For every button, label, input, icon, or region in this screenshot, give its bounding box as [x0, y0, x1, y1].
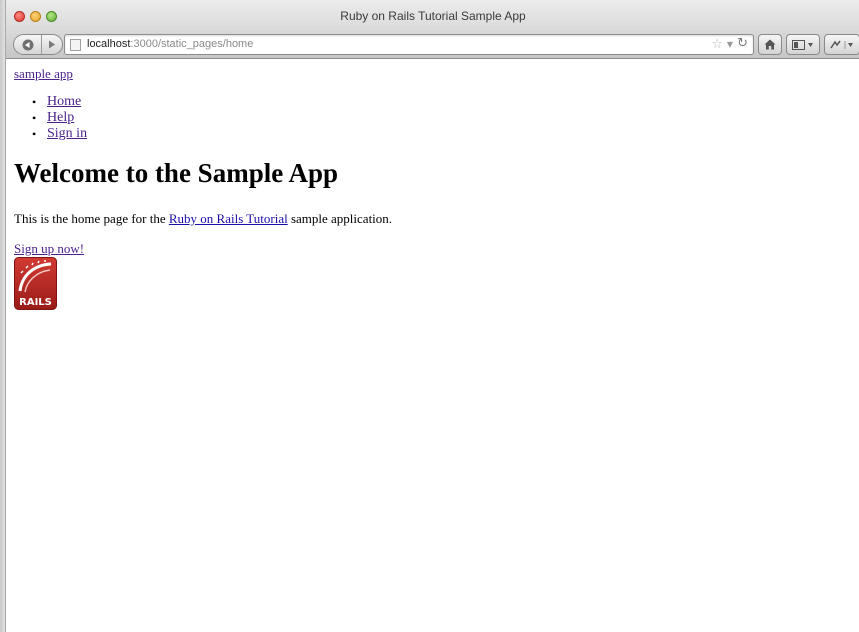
nav-item-help: Help: [32, 110, 87, 126]
extension-icon: [830, 40, 853, 49]
page-title: Welcome to the Sample App: [14, 158, 338, 188]
rails-logo-link[interactable]: RAILS: [14, 257, 57, 310]
intro-text-before: This is the home page for the: [14, 211, 169, 226]
nav-link-home[interactable]: Home: [47, 94, 81, 109]
nav-item-home: Home: [32, 94, 87, 110]
rails-logo-text: RAILS: [19, 297, 52, 308]
back-arrow-icon: [22, 39, 34, 51]
intro-paragraph: This is the home page for the Ruby on Ra…: [14, 211, 392, 227]
nav-link-help[interactable]: Help: [47, 110, 74, 125]
browser-toolbar: localhost:3000/static_pages/home ☆ ▼ ↻: [6, 31, 859, 59]
rails-logo-icon: RAILS: [14, 257, 57, 310]
back-button[interactable]: [14, 35, 42, 54]
window-title: Ruby on Rails Tutorial Sample App: [340, 9, 526, 23]
title-bar[interactable]: Ruby on Rails Tutorial Sample App: [6, 0, 859, 31]
reload-icon[interactable]: ↻: [737, 36, 748, 51]
dropmarker-icon[interactable]: ▼: [727, 40, 733, 49]
bookmarks-button[interactable]: [786, 34, 820, 55]
browser-window: Ruby on Rails Tutorial Sample App localh…: [5, 0, 859, 632]
address-bar[interactable]: localhost:3000/static_pages/home ☆ ▼ ↻: [64, 34, 754, 55]
bookmarks-icon: [792, 39, 813, 50]
intro-text-after: sample application.: [287, 211, 393, 226]
page-icon: [70, 39, 81, 51]
url-text[interactable]: localhost:3000/static_pages/home: [87, 38, 253, 50]
nav-link-sign-in[interactable]: Sign in: [47, 126, 87, 141]
extensions-button[interactable]: [824, 34, 859, 55]
logo-link[interactable]: sample app: [14, 66, 73, 82]
url-host: localhost: [87, 38, 131, 50]
rails-tutorial-link[interactable]: Ruby on Rails Tutorial: [169, 211, 288, 226]
forward-arrow-icon: [48, 40, 56, 49]
home-icon: [764, 39, 776, 50]
star-icon[interactable]: ☆: [711, 37, 723, 52]
navigation-buttons: [13, 34, 63, 55]
nav-item-sign-in: Sign in: [32, 126, 87, 142]
signup-link[interactable]: Sign up now!: [14, 241, 84, 257]
forward-button[interactable]: [42, 35, 62, 54]
page-content: sample app Home Help Sign in Welcome to …: [14, 60, 859, 632]
site-nav: Home Help Sign in: [32, 94, 87, 142]
url-path: :3000/static_pages/home: [130, 38, 254, 50]
home-button[interactable]: [758, 34, 782, 55]
